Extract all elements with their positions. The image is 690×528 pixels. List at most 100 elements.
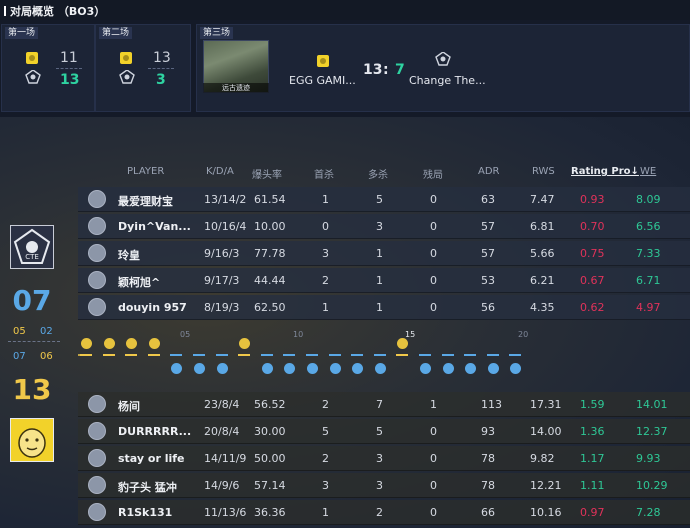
stat-kda: 9/16/3 [204, 247, 240, 260]
stat-fk: 1 [322, 193, 329, 206]
round-timeline [78, 322, 690, 390]
column-header-rws[interactable]: RWS [532, 166, 555, 177]
egg-team-logo-icon [26, 52, 38, 64]
player-row[interactable]: R1Sk131 11/13/6 36.36 1 2 0 66 10.16 0.97 7.28 [78, 500, 690, 525]
map-name: 远古遗迹 [203, 83, 269, 93]
player-row[interactable]: 玲皇 9/16/3 77.78 3 1 0 57 5.66 0.75 7.33 [78, 241, 690, 266]
stat-rws: 14.00 [530, 425, 562, 438]
stat-adr: 93 [481, 425, 495, 438]
round-win-bottom-icon [420, 363, 431, 374]
round-marker[interactable] [102, 354, 115, 356]
stat-rating: 1.11 [580, 479, 605, 492]
divider [56, 68, 82, 69]
egg-team-logo-icon [120, 52, 132, 64]
player-name[interactable]: 杨间 [118, 398, 140, 414]
column-header-player[interactable]: PLAYER [127, 166, 164, 177]
stat-hs: 44.44 [254, 274, 286, 287]
half-score: 05 [13, 326, 26, 337]
round-marker[interactable] [215, 354, 228, 356]
round-marker[interactable] [238, 354, 251, 356]
player-row[interactable]: 最爱理财宝 13/14/2 61.54 1 5 0 63 7.47 0.93 8.09 [78, 187, 690, 212]
player-name[interactable]: R1Sk131 [118, 506, 172, 519]
half-score: 02 [40, 326, 53, 337]
stat-rating: 0.93 [580, 193, 605, 206]
match-card-2[interactable]: 第二场 13 3 [95, 24, 191, 112]
stat-hs: 30.00 [254, 425, 286, 438]
round-marker[interactable] [80, 354, 92, 356]
egg-team-logo-icon [10, 418, 54, 462]
stat-rws: 9.82 [530, 452, 555, 465]
match-card-1[interactable]: 第一场 11 13 [1, 24, 95, 112]
round-marker[interactable] [509, 354, 522, 356]
player-name[interactable]: 最爱理财宝 [118, 193, 173, 209]
team-b-name: Change The... [409, 74, 486, 87]
round-marker[interactable] [464, 354, 477, 356]
round-marker[interactable] [486, 354, 499, 356]
player-row[interactable]: Dyin^Van... 10/16/4 10.00 0 3 0 57 6.81 0.70 6.56 [78, 214, 690, 239]
round-marker[interactable] [328, 354, 341, 356]
stat-mk: 1 [376, 301, 383, 314]
round-marker[interactable] [147, 354, 160, 356]
round-marker[interactable] [441, 354, 454, 356]
stat-mk: 7 [376, 398, 383, 411]
column-header-hs[interactable]: 爆头率 [252, 166, 282, 181]
player-name[interactable]: 豹子头 猛冲 [118, 479, 177, 495]
column-header-multi-kill[interactable]: 多杀 [368, 166, 388, 181]
stat-hs: 10.00 [254, 220, 286, 233]
player-row[interactable]: DURRRRR... 20/8/4 30.00 5 5 0 93 14.00 1.36 12.37 [78, 419, 690, 444]
player-name[interactable]: Dyin^Van... [118, 220, 191, 233]
stat-kda: 9/17/3 [204, 274, 240, 287]
stat-fk: 2 [322, 398, 329, 411]
stat-adr: 78 [481, 452, 495, 465]
round-marker[interactable] [125, 354, 138, 356]
stat-adr: 78 [481, 479, 495, 492]
column-header-rating[interactable]: Rating Pro↓ [571, 166, 639, 177]
round-marker[interactable] [260, 354, 273, 356]
column-header-kda[interactable]: K/D/A [206, 166, 234, 177]
stat-hs: 50.00 [254, 452, 286, 465]
stat-we: 4.97 [636, 301, 661, 314]
player-row[interactable]: 杨间 23/8/4 56.52 2 7 1 113 17.31 1.59 14.01 [78, 392, 690, 417]
match-label: 第二场 [99, 27, 133, 39]
avatar [88, 217, 106, 235]
round-win-bottom-icon [374, 363, 386, 374]
player-row[interactable]: stay or life 14/11/9 50.00 2 3 0 78 9.82 1.17 9.9… [78, 446, 690, 471]
player-name[interactable]: stay or life [118, 452, 185, 465]
player-name[interactable]: 颖柯旭^ [118, 274, 160, 290]
avatar [88, 503, 106, 521]
timeline-tick: 15 [405, 330, 416, 339]
player-row[interactable]: douyin 957 8/19/3 62.50 1 1 0 56 4.35 0.62 4.97 [78, 295, 690, 320]
round-marker[interactable] [170, 354, 183, 356]
round-marker[interactable] [419, 354, 431, 356]
stat-hs: 62.50 [254, 301, 286, 314]
round-marker[interactable] [283, 354, 296, 356]
stat-mk: 3 [376, 220, 383, 233]
stat-fk: 5 [322, 425, 329, 438]
player-name[interactable]: DURRRRR... [118, 425, 191, 438]
round-marker[interactable] [351, 354, 364, 356]
player-row[interactable]: 豹子头 猛冲 14/9/6 57.14 3 3 0 78 12.21 1.11 10.29 [78, 473, 690, 498]
stat-adr: 56 [481, 301, 495, 314]
round-marker[interactable] [193, 354, 205, 356]
avatar [88, 422, 106, 440]
player-row[interactable]: 颖柯旭^ 9/17/3 44.44 2 1 0 53 6.21 0.67 6.71 [78, 268, 690, 293]
column-header-we[interactable]: WE [640, 166, 656, 177]
round-marker[interactable] [306, 354, 318, 356]
match-label: 第一场 [5, 27, 39, 39]
round-marker[interactable] [396, 354, 409, 356]
column-header-first-kill[interactable]: 首杀 [314, 166, 334, 181]
match-card-3[interactable]: 第三场 远古遗迹 EGG GAMI... 13 : 7 Change The..… [196, 24, 690, 112]
column-header-clutch[interactable]: 残局 [423, 166, 443, 181]
player-name[interactable]: douyin 957 [118, 301, 187, 314]
stat-rating: 1.59 [580, 398, 605, 411]
round-marker[interactable] [373, 354, 386, 356]
stat-we: 10.29 [636, 479, 668, 492]
column-header-adr[interactable]: ADR [478, 166, 500, 177]
player-name[interactable]: 玲皇 [118, 247, 140, 263]
side-score-bottom: 13 [12, 373, 52, 406]
half-score: 07 [13, 351, 26, 362]
egg-team-logo-icon [317, 55, 329, 67]
stat-rating: 0.97 [580, 506, 605, 519]
round-win-bottom-icon [487, 363, 499, 374]
stat-hs: 56.52 [254, 398, 286, 411]
